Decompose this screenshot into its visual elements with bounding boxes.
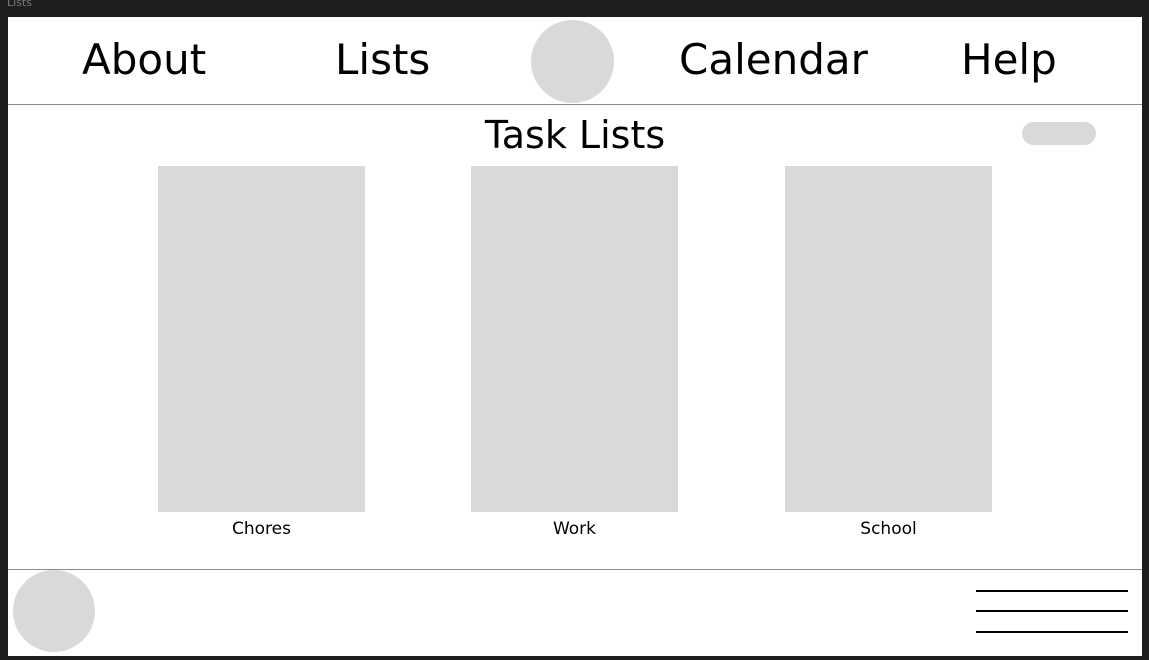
list-card-label: Chores [232, 519, 291, 539]
list-card-chores[interactable] [158, 166, 365, 512]
list-card-label: School [860, 519, 917, 539]
menu-line [976, 631, 1128, 633]
app-frame: About Lists Calendar Help Task Lists Cho… [8, 17, 1142, 656]
list-card-school[interactable] [785, 166, 992, 512]
list-card-work[interactable] [471, 166, 678, 512]
nav-lists[interactable]: Lists [335, 35, 430, 85]
nav-calendar[interactable]: Calendar [679, 35, 868, 85]
menu-line [976, 610, 1128, 612]
footer [8, 569, 1142, 656]
action-pill-button[interactable] [1022, 122, 1096, 145]
logo-icon[interactable] [531, 20, 614, 103]
avatar-icon[interactable] [13, 570, 95, 652]
hamburger-menu-icon[interactable] [976, 590, 1128, 634]
menu-line [976, 590, 1128, 592]
list-card-label: Work [552, 519, 597, 539]
top-nav: About Lists Calendar Help [8, 17, 1142, 105]
page-title: Task Lists [484, 113, 666, 157]
frame-label: Lists [7, 0, 32, 9]
nav-about[interactable]: About [82, 35, 206, 85]
nav-help[interactable]: Help [961, 35, 1057, 85]
